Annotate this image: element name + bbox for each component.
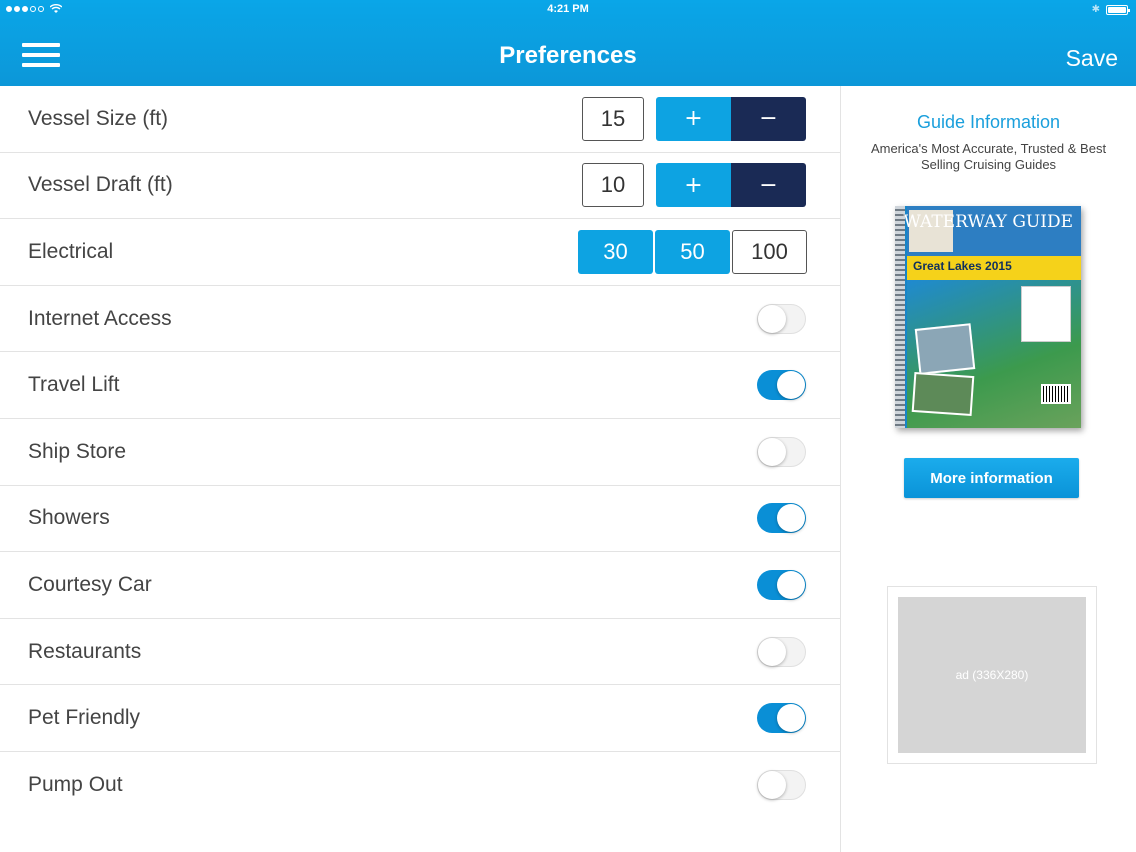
vessel-size-stepper: 15 + − [582,96,806,141]
book-spiral [895,206,905,428]
status-right: ✱ [1091,4,1130,15]
courtesy-car-toggle[interactable] [757,569,806,600]
ship-store-row: Ship Store [0,419,840,486]
status-time: 4:21 PM [547,3,589,15]
more-information-button[interactable]: More information [904,458,1079,498]
book-photo-marina [911,371,975,417]
courtesy-car-row: Courtesy Car [0,552,840,619]
vessel-draft-increment-button[interactable]: + [656,163,731,208]
pump-out-label: Pump Out [28,773,123,797]
vessel-draft-row: Vessel Draft (ft) 10 + − [0,153,840,220]
page-title: Preferences [499,42,637,69]
guide-book-cover: WATERWAY GUIDE Great Lakes 2015 [895,206,1081,428]
electrical-option-100[interactable]: 100 [732,229,807,274]
vessel-draft-decrement-button[interactable]: − [731,163,806,208]
electrical-row: Electrical 30 50 100 [0,219,840,286]
ad-placeholder[interactable]: ad (336X280) [898,597,1086,753]
bluetooth-icon: ✱ [1091,4,1100,15]
guide-info-panel: Guide Information America's Most Accurat… [840,86,1136,852]
pump-out-row: Pump Out [0,752,840,819]
battery-icon [1106,4,1130,15]
vessel-size-row: Vessel Size (ft) 15 + − [0,86,840,153]
ship-store-toggle[interactable] [757,436,806,467]
vessel-size-label: Vessel Size (ft) [28,106,169,130]
electrical-segmented-control: 30 50 100 [578,229,807,274]
vessel-draft-value[interactable]: 10 [582,163,644,208]
guide-info-title: Guide Information [916,112,1061,132]
showers-toggle[interactable] [757,503,806,534]
vessel-draft-label: Vessel Draft (ft) [28,173,173,197]
book-brand-logo: WATERWAY GUIDE [903,212,1073,232]
vessel-size-value[interactable]: 15 [582,96,644,141]
book-photo-building [914,323,976,375]
guide-info-subtitle: America's Most Accurate, Trusted & Best … [870,141,1107,172]
app-header: 4:21 PM ✱ Preferences Save [0,0,1136,86]
restaurants-row: Restaurants [0,619,840,686]
travel-lift-label: Travel Lift [28,373,120,397]
book-barcode [1041,384,1071,404]
ship-store-label: Ship Store [28,439,127,463]
vessel-size-decrement-button[interactable]: − [731,96,806,141]
restaurants-label: Restaurants [28,639,142,663]
book-title-text: Great Lakes 2015 [913,259,1012,273]
vessel-size-increment-button[interactable]: + [656,96,731,141]
pump-out-toggle[interactable] [757,770,806,801]
travel-lift-toggle[interactable] [757,370,806,401]
pet-friendly-label: Pet Friendly [28,706,141,730]
internet-access-label: Internet Access [28,306,172,330]
electrical-option-50[interactable]: 50 [655,229,730,274]
book-inset-map [1021,286,1071,342]
vessel-draft-stepper: 10 + − [582,163,806,208]
internet-access-row: Internet Access [0,286,840,353]
showers-label: Showers [28,506,110,530]
electrical-label: Electrical [28,239,114,263]
electrical-option-30[interactable]: 30 [578,229,653,274]
showers-row: Showers [0,486,840,553]
pet-friendly-row: Pet Friendly [0,685,840,752]
internet-access-toggle[interactable] [757,303,806,334]
restaurants-toggle[interactable] [757,636,806,667]
save-button[interactable]: Save [1066,45,1118,72]
settings-list: Vessel Size (ft) 15 + − Vessel Draft (ft… [0,86,840,819]
courtesy-car-label: Courtesy Car [28,572,152,596]
travel-lift-row: Travel Lift [0,352,840,419]
book-title-band: Great Lakes 2015 [907,256,1081,280]
ad-container: ad (336X280) [887,586,1097,764]
pet-friendly-toggle[interactable] [757,703,806,734]
status-bar: 4:21 PM ✱ [0,0,1136,22]
